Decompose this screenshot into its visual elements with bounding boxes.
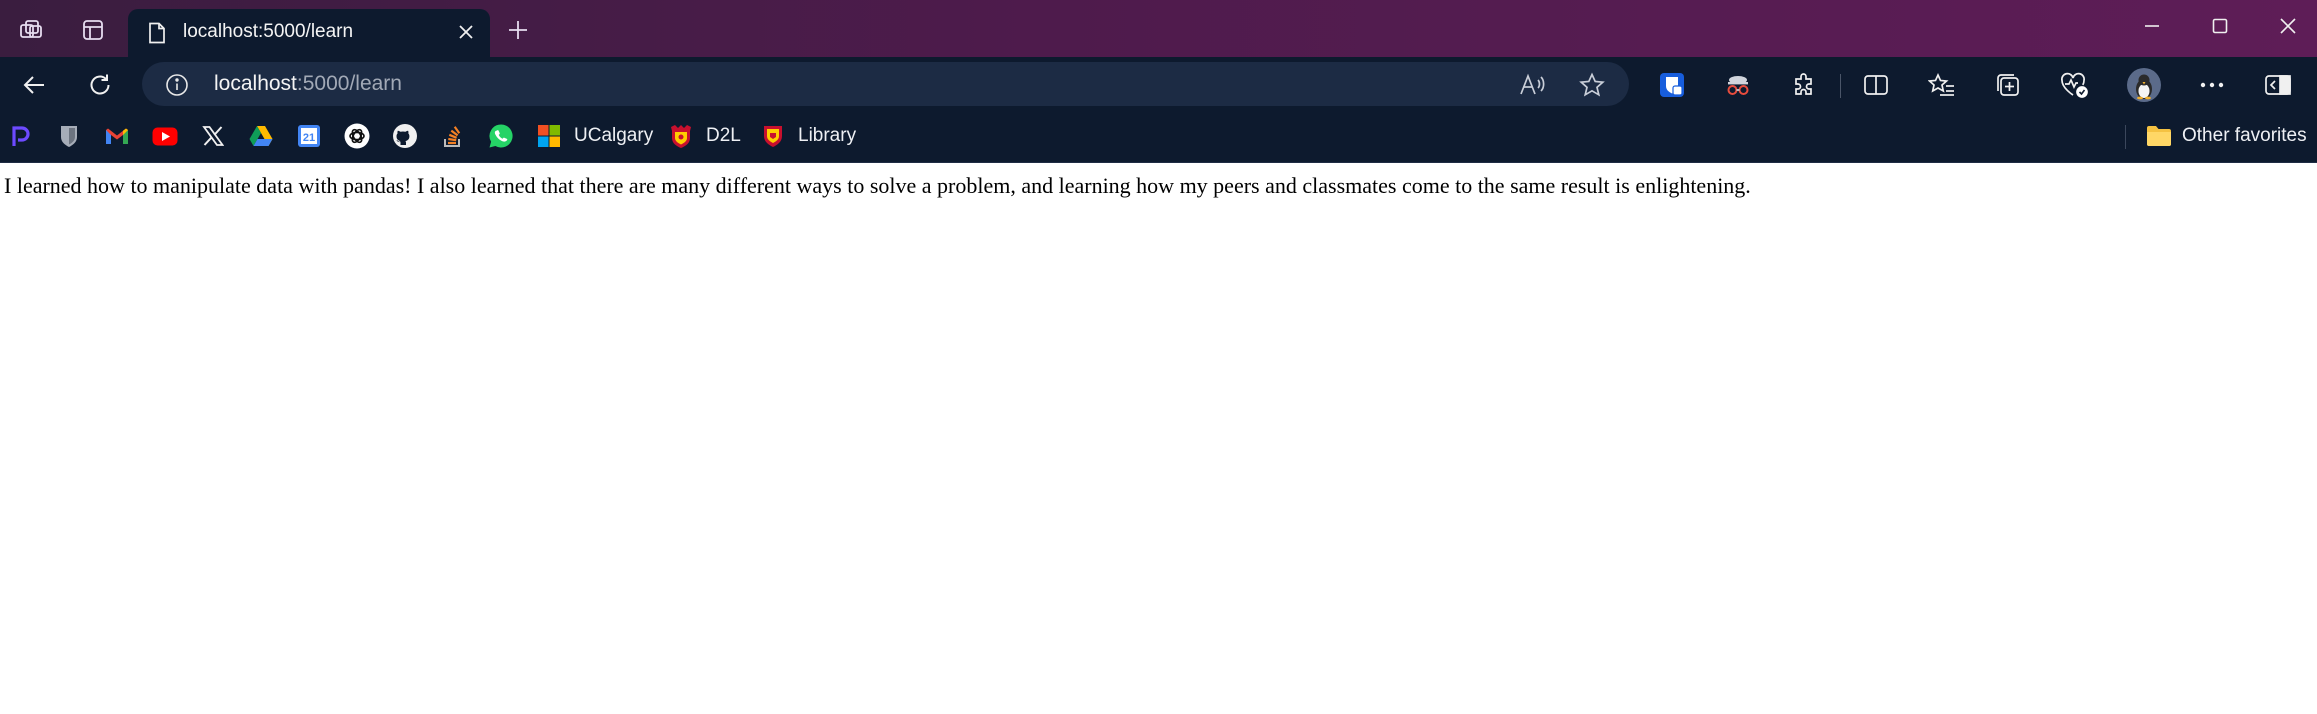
google-drive-icon [248,123,274,149]
minimize-icon[interactable] [2118,0,2186,52]
google-calendar-icon: 21 [296,123,322,149]
bookmark-x[interactable] [200,120,226,152]
other-favorites-label: Other favorites [2182,125,2307,146]
bookmark-label: D2L [706,125,741,146]
url-path: :5000/learn [296,72,402,95]
maximize-icon[interactable] [2186,0,2254,52]
refresh-icon[interactable] [78,63,122,107]
address-bar[interactable]: localhost:5000/learn [142,62,1629,106]
tab-title: localhost:5000/learn [183,21,354,42]
page-content: I learned how to manipulate data with pa… [0,163,2317,714]
profile-avatar[interactable] [2122,63,2166,107]
site-info-icon[interactable] [164,72,190,98]
bookmark-library[interactable]: Library [760,120,856,152]
copilot-sidebar-icon[interactable] [2256,63,2300,107]
close-tab-icon[interactable] [452,18,480,46]
other-favorites-folder[interactable]: Other favorites [2146,120,2307,152]
ucalgary-crest-icon [668,123,694,149]
bookmark-google-drive[interactable] [248,120,274,152]
page-icon [146,22,168,44]
incognito-extension-icon[interactable] [1716,63,1760,107]
url-text: localhost:5000/learn [214,72,402,96]
whatsapp-icon [488,123,514,149]
bookmark-stackoverflow[interactable] [440,120,466,152]
browser-essentials-icon[interactable] [2052,63,2096,107]
favorites-bar-divider [2125,125,2126,149]
add-favorite-icon[interactable] [1576,69,1608,101]
split-screen-icon[interactable] [1854,63,1898,107]
youtube-icon [152,123,178,149]
browser-toolbar: localhost:5000/learn [0,57,2317,112]
bookmark-google-calendar[interactable]: 21 [296,120,322,152]
microsoft-icon [536,123,562,149]
ucalgary-shield-icon [760,123,786,149]
bookmark-youtube[interactable] [152,120,178,152]
bitwarden-shield-icon [56,123,82,149]
toolbar-divider [1840,74,1841,98]
bookmark-ucalgary[interactable]: UCalgary [536,120,653,152]
bookmark-label: UCalgary [574,125,654,146]
browser-title-bar: localhost:5000/learn [0,0,2317,57]
x-icon [200,123,226,149]
stackoverflow-icon [440,123,466,149]
favorites-bar: 21 UCalgary D2L Library Other favorites [0,112,2317,163]
url-host: localhost [214,72,297,95]
new-tab-icon[interactable] [497,9,539,51]
more-options-icon[interactable] [2190,63,2234,107]
github-icon [392,123,418,149]
collections-icon[interactable] [1986,63,2030,107]
calendar-date-badge: 21 [303,132,315,144]
chatgpt-icon [344,123,370,149]
bookmark-github[interactable] [392,120,418,152]
bookmark-gmail[interactable] [104,120,130,152]
bookmark-label: Library [798,125,857,146]
learn-paragraph: I learned how to manipulate data with pa… [4,173,1751,198]
extensions-icon[interactable] [1782,63,1826,107]
bookmark-d2l[interactable]: D2L [668,120,741,152]
workspaces-icon[interactable] [10,9,52,51]
active-tab[interactable]: localhost:5000/learn [128,9,490,57]
back-icon[interactable] [12,63,56,107]
close-window-icon[interactable] [2254,0,2317,52]
vertical-tabs-icon[interactable] [72,9,114,51]
bookmark-whatsapp[interactable] [488,120,514,152]
bookmark-proton-pass[interactable] [8,120,34,152]
bitwarden-extension-icon[interactable] [1650,63,1694,107]
folder-icon [2146,123,2172,149]
favorites-icon[interactable] [1920,63,1964,107]
read-aloud-icon[interactable] [1516,69,1548,101]
proton-pass-icon [8,123,34,149]
gmail-icon [104,123,130,149]
bookmark-bitwarden[interactable] [56,120,82,152]
bookmark-chatgpt[interactable] [344,120,370,152]
